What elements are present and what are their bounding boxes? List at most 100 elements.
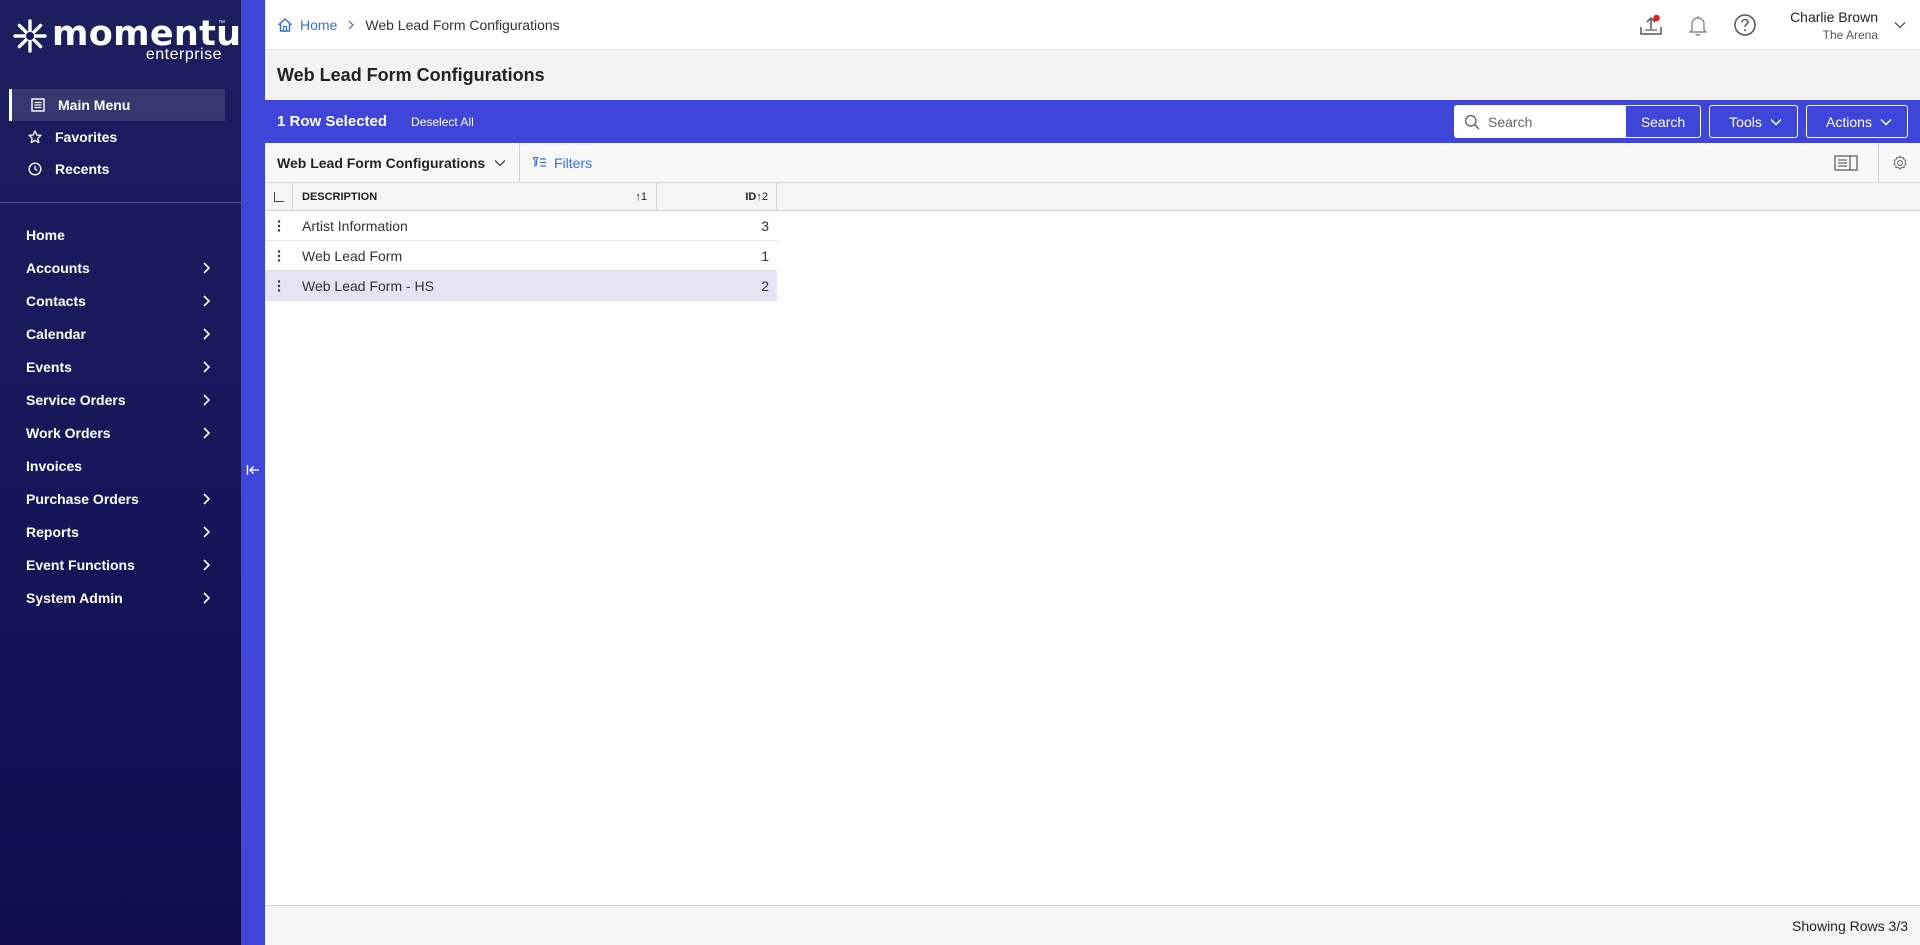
- side-panel-icon[interactable]: [1834, 155, 1858, 171]
- sidebar: momentus ™ enterprise Main Menu Favorite…: [0, 0, 262, 945]
- sidebar-item-home[interactable]: Home: [0, 218, 241, 251]
- filters-button[interactable]: Filters: [520, 155, 592, 171]
- search-input[interactable]: [1488, 113, 1618, 130]
- main-content: Home Web Lead Form Configurations Charli…: [265, 0, 1920, 945]
- selection-count: 1 Row Selected: [277, 113, 388, 130]
- row-count-status: Showing Rows 3/3: [1792, 917, 1908, 934]
- grid-footer: Showing Rows 3/3: [265, 905, 1920, 945]
- column-header-id[interactable]: ID ↑2: [657, 183, 777, 210]
- chevron-right-icon: [203, 393, 211, 406]
- chevron-down-icon[interactable]: [1894, 21, 1906, 29]
- sidebar-item-label: Invoices: [26, 457, 83, 474]
- search-box: [1454, 105, 1625, 138]
- breadcrumb: Home Web Lead Form Configurations: [277, 17, 560, 33]
- row-menu-button[interactable]: [265, 271, 293, 300]
- sidebar-item-event-functions[interactable]: Event Functions: [0, 548, 241, 581]
- chevron-right-icon: [203, 294, 211, 307]
- menu-icon: [31, 98, 45, 112]
- more-vertical-icon: [277, 219, 281, 232]
- tools-button[interactable]: Tools: [1709, 105, 1798, 138]
- gear-icon: [1892, 155, 1907, 170]
- sidebar-item-label: Events: [26, 358, 72, 375]
- actions-button[interactable]: Actions: [1806, 105, 1908, 138]
- page-header: Web Lead Form Configurations: [265, 50, 1920, 100]
- notification-bell-icon[interactable]: [1686, 13, 1710, 37]
- sidebar-item-contacts[interactable]: Contacts: [0, 284, 241, 317]
- actions-label: Actions: [1826, 113, 1872, 130]
- deselect-all-button[interactable]: Deselect All: [411, 115, 474, 129]
- sidebar-quick-label: Favorites: [55, 129, 118, 145]
- data-grid: DESCRIPTION ↑1 ID ↑2 Artist Information …: [265, 183, 1920, 301]
- top-actions: Charlie Brown The Arena: [1639, 0, 1920, 50]
- search-icon: [1464, 114, 1480, 130]
- search-button[interactable]: Search: [1625, 105, 1701, 138]
- cell-id: 1: [761, 247, 769, 264]
- cell-description: Artist Information: [302, 217, 408, 234]
- more-vertical-icon: [277, 249, 281, 262]
- quick-links: Main Menu Favorites Recents: [0, 89, 241, 185]
- momentus-star-icon: [13, 19, 47, 53]
- sidebar-quick-label: Main Menu: [58, 97, 131, 113]
- sidebar-item-work-orders[interactable]: Work Orders: [0, 416, 241, 449]
- filter-icon: [532, 156, 546, 168]
- sidebar-item-invoices[interactable]: Invoices: [0, 449, 241, 482]
- sidebar-item-label: Purchase Orders: [26, 490, 139, 507]
- sidebar-item-purchase-orders[interactable]: Purchase Orders: [0, 482, 241, 515]
- chevron-down-icon: [494, 159, 506, 166]
- selection-bar: 1 Row Selected Deselect All Search Tools…: [265, 100, 1920, 143]
- breadcrumb-home-link[interactable]: Home: [300, 17, 337, 33]
- home-icon[interactable]: [277, 17, 293, 33]
- grid-settings-button[interactable]: [1878, 143, 1920, 183]
- sidebar-item-label: Accounts: [26, 259, 90, 276]
- view-tools: [1834, 143, 1920, 183]
- view-selector[interactable]: Web Lead Form Configurations: [265, 142, 520, 183]
- grid-header: DESCRIPTION ↑1 ID ↑2: [265, 183, 1920, 211]
- chevron-right-icon: [203, 492, 211, 505]
- row-menu-button[interactable]: [265, 211, 293, 240]
- cell-id: 2: [761, 277, 769, 294]
- star-icon: [28, 130, 42, 144]
- sidebar-favorites[interactable]: Favorites: [0, 121, 241, 153]
- table-row-selected[interactable]: Web Lead Form - HS 2: [265, 271, 777, 301]
- column-label: DESCRIPTION: [302, 190, 378, 203]
- chevron-right-icon: [203, 261, 211, 274]
- help-icon[interactable]: [1733, 13, 1757, 37]
- sidebar-item-label: Contacts: [26, 292, 86, 309]
- sidebar-quick-label: Recents: [55, 161, 110, 177]
- cell-description: Web Lead Form: [302, 247, 403, 264]
- export-icon[interactable]: [1639, 13, 1663, 37]
- brand-logo[interactable]: momentus ™ enterprise: [12, 14, 262, 66]
- user-venue: The Arena: [1822, 27, 1878, 42]
- table-row[interactable]: Artist Information 3: [265, 211, 777, 241]
- cell-id: 3: [761, 217, 769, 234]
- collapse-sidebar-icon[interactable]: [246, 463, 260, 477]
- clock-icon: [28, 162, 42, 176]
- sidebar-divider: [0, 202, 241, 203]
- sidebar-item-calendar[interactable]: Calendar: [0, 317, 241, 350]
- page-title: Web Lead Form Configurations: [277, 64, 545, 85]
- select-all-checkbox[interactable]: [273, 192, 284, 202]
- user-name: Charlie Brown: [1790, 8, 1878, 25]
- selection-actions: Search Tools Actions: [1454, 105, 1908, 138]
- row-menu-button[interactable]: [265, 241, 293, 270]
- sidebar-item-system-admin[interactable]: System Admin: [0, 581, 241, 614]
- sidebar-item-accounts[interactable]: Accounts: [0, 251, 241, 284]
- sidebar-item-label: Service Orders: [26, 391, 126, 408]
- more-vertical-icon: [277, 279, 281, 292]
- cell-description: Web Lead Form - HS: [302, 277, 435, 294]
- brand-trademark: ™: [218, 20, 225, 27]
- table-row[interactable]: Web Lead Form 1: [265, 241, 777, 271]
- select-all-header: [265, 183, 293, 211]
- sidebar-main-menu[interactable]: Main Menu: [9, 89, 225, 121]
- sidebar-item-label: Calendar: [26, 325, 86, 342]
- sidebar-item-service-orders[interactable]: Service Orders: [0, 383, 241, 416]
- chevron-right-icon: [203, 360, 211, 373]
- user-menu[interactable]: Charlie Brown The Arena: [1790, 9, 1878, 42]
- sidebar-nav: Home Accounts Contacts Calendar Events S…: [0, 218, 241, 614]
- view-selector-label: Web Lead Form Configurations: [277, 154, 486, 171]
- column-header-description[interactable]: DESCRIPTION ↑1: [293, 183, 657, 210]
- sort-indicator: ↑1: [635, 190, 647, 203]
- sidebar-item-events[interactable]: Events: [0, 350, 241, 383]
- sidebar-recents[interactable]: Recents: [0, 153, 241, 185]
- sidebar-item-reports[interactable]: Reports: [0, 515, 241, 548]
